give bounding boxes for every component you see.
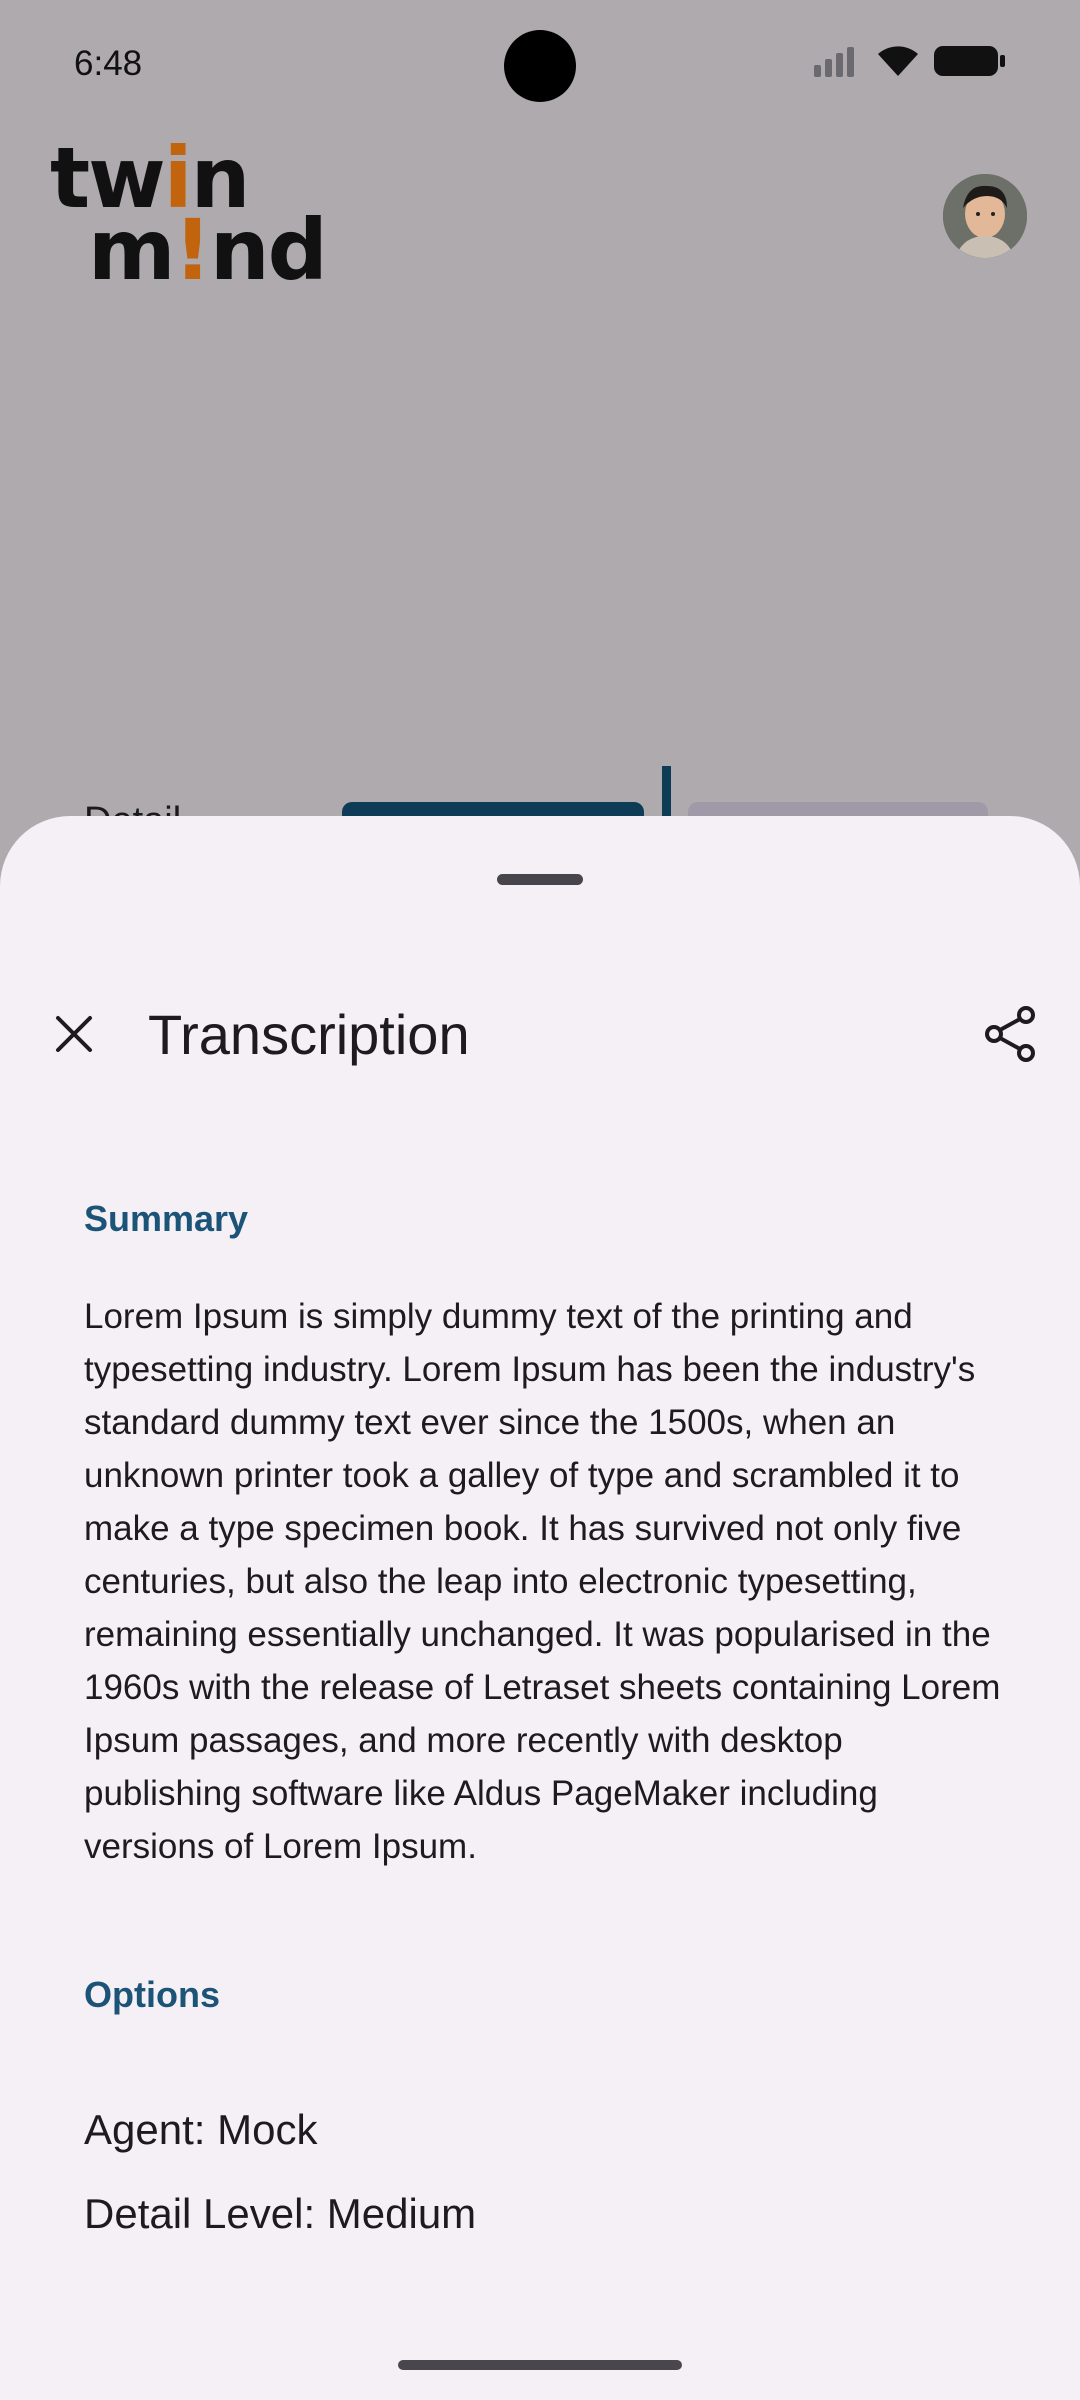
sheet-header: Transcription: [0, 986, 1080, 1076]
background-content-peek: Detail: [0, 760, 1080, 842]
camera-cutout: [504, 30, 576, 102]
status-time: 6:48: [74, 44, 143, 83]
option-agent: Agent: Mock: [84, 2106, 318, 2153]
close-icon: [56, 1016, 92, 1052]
home-indicator[interactable]: [398, 2360, 682, 2370]
status-icons: [814, 44, 1006, 83]
summary-heading: Summary: [84, 1198, 249, 1239]
summary-text: Lorem Ipsum is simply dummy text of the …: [84, 1297, 1001, 1866]
drag-handle[interactable]: [497, 874, 583, 885]
wifi-icon: [876, 44, 920, 83]
avatar[interactable]: [943, 174, 1027, 258]
twinmind-logo: twin m!nd: [50, 129, 328, 299]
options-heading: Options: [84, 1974, 220, 2015]
option-detail-level: Detail Level: Medium: [84, 2190, 477, 2237]
battery-icon: [934, 44, 1006, 83]
transcription-bottom-sheet: Transcription Summary Lorem Ipsum is sim…: [0, 816, 1080, 2400]
sheet-title: Transcription: [148, 1003, 470, 1066]
close-button[interactable]: [36, 996, 112, 1072]
status-bar: 6:48: [0, 0, 1080, 130]
signal-icon: [814, 45, 862, 82]
share-button[interactable]: [970, 994, 1050, 1074]
share-icon: [985, 1006, 1035, 1062]
